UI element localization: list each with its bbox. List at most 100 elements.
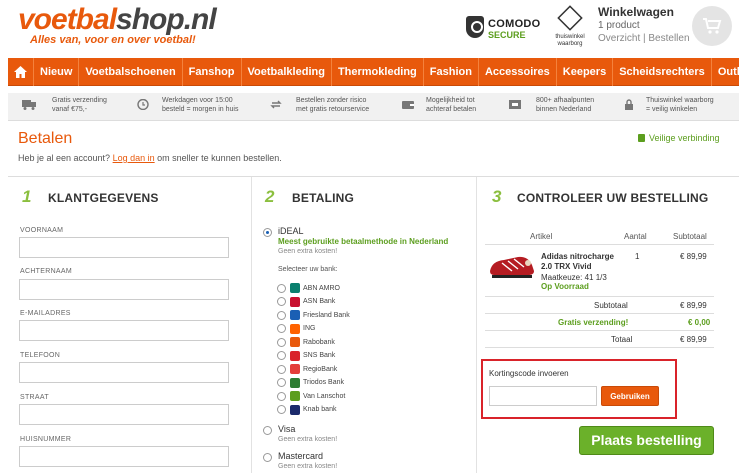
bank-option[interactable]: Friesland Bank <box>277 309 350 321</box>
bank-option[interactable]: ASN Bank <box>277 296 335 308</box>
thuiswinkel-badge: thuiswinkel waarborg <box>552 5 588 47</box>
divider <box>485 244 714 245</box>
bank-label: ASN Bank <box>303 298 336 305</box>
bank-label: Knab bank <box>303 406 337 413</box>
bank-label: Van Lanschot <box>303 392 346 400</box>
first-name-input[interactable] <box>19 237 229 258</box>
tagline: Alles van, voor en over voetbal! <box>30 34 196 46</box>
nav-item-voetbalschoenen[interactable]: Voetbalschoenen <box>79 58 183 86</box>
bank-option[interactable]: Rabobank <box>277 336 335 348</box>
cart-title[interactable]: Winkelwagen <box>598 5 674 19</box>
street-input[interactable] <box>19 404 229 425</box>
bank-option[interactable]: SNS Bank <box>277 350 335 362</box>
divider <box>485 330 714 331</box>
radio-bank[interactable] <box>277 310 286 320</box>
product-name[interactable]: Adidas nitrocharge 2.0 TRX Vivid <box>541 252 625 272</box>
step-number: 2 <box>265 187 275 206</box>
mastercard-no-cost: Geen extra kosten! <box>278 463 338 470</box>
nav-item-fashion[interactable]: Fashion <box>424 58 479 86</box>
last-name-input[interactable] <box>19 279 229 300</box>
step-title-order: CONTROLEER UW BESTELLING <box>517 191 709 205</box>
cart-count: 1 product <box>598 20 640 31</box>
product-size: Maatkeuze: 41 1/3 <box>541 273 607 282</box>
bank-option[interactable]: RegioBank <box>277 363 337 375</box>
bank-option[interactable]: ING <box>277 323 315 335</box>
nav-item-accessoires[interactable]: Accessoires <box>479 58 557 86</box>
bank-option[interactable]: Triodos Bank <box>277 377 344 389</box>
bank-label: RegioBank <box>303 365 338 373</box>
radio-bank[interactable] <box>277 351 286 360</box>
label-email: E-MAILADRES <box>20 310 71 317</box>
radio-bank[interactable] <box>277 283 286 293</box>
house-number-input[interactable] <box>19 446 229 467</box>
house-icon <box>557 5 583 31</box>
secure-connection-label: Veilige verbinding <box>649 133 720 143</box>
nav-item-fanshop[interactable]: Fanshop <box>183 58 242 86</box>
bank-logo-icon <box>290 323 300 334</box>
shopping-cart-icon[interactable] <box>692 6 732 46</box>
phone-input[interactable] <box>19 362 229 383</box>
nav-item-scheidsrechters[interactable]: Scheidsrechters <box>613 58 712 86</box>
radio-bank[interactable] <box>277 324 286 333</box>
bank-logo-icon <box>290 310 300 320</box>
label-straat: STRAAT <box>20 394 49 401</box>
email-input[interactable] <box>19 320 229 341</box>
secure-connection: Veilige verbinding <box>638 133 720 143</box>
divider <box>8 176 739 177</box>
nav-item-voetbalkleding[interactable]: Voetbalkleding <box>242 58 332 86</box>
radio-visa[interactable] <box>263 426 272 435</box>
payment-visa-label[interactable]: Visa <box>278 424 295 434</box>
payment-mastercard-label[interactable]: Mastercard <box>278 451 323 461</box>
radio-bank[interactable] <box>277 405 286 414</box>
label-achternaam: ACHTERNAAM <box>20 268 73 275</box>
product-price: € 89,99 <box>680 252 707 261</box>
nav-item-nieuw[interactable]: Nieuw <box>34 58 80 86</box>
radio-bank[interactable] <box>277 337 286 347</box>
product-image[interactable] <box>488 251 536 281</box>
bank-logo-icon <box>290 350 300 361</box>
step-number: 1 <box>22 187 32 206</box>
secure-label: SECURE <box>488 30 526 40</box>
comodo-secure-badge: COMODO SECURE <box>466 14 542 46</box>
nav-item-outlet[interactable]: Outlet <box>712 58 745 86</box>
usp-delivery-line1: Werkdagen voor 15:00 <box>162 97 233 104</box>
radio-bank[interactable] <box>277 297 286 306</box>
usp-afterpay-line1: Mogelijkheid tot <box>426 97 475 104</box>
account-text-2: om sneller te kunnen bestellen. <box>157 153 282 163</box>
bank-logo-icon <box>290 296 300 307</box>
usp-afterpay-line2: achteraf betalen <box>426 106 477 113</box>
radio-ideal[interactable] <box>263 228 272 237</box>
place-order-button[interactable]: Plaats bestelling <box>579 426 714 455</box>
bank-option[interactable]: Van Lanschot <box>277 390 345 402</box>
nav-home[interactable] <box>8 58 34 86</box>
usp-shipping: Gratis verzending vanaf €75,- <box>52 96 107 114</box>
thuiswinkel-label: thuiswinkel waarborg <box>555 34 585 47</box>
coupon-label: Kortingscode invoeren <box>489 369 569 378</box>
site-logo[interactable]: voetbalshop.nl <box>18 4 217 36</box>
step-number: 3 <box>492 187 502 206</box>
radio-bank[interactable] <box>277 378 286 387</box>
ideal-popular-note: Meest gebruikte betaalmethode in Nederla… <box>278 237 449 246</box>
bank-label: Triodos Bank <box>303 379 344 386</box>
product-qty: 1 <box>635 252 640 261</box>
bank-option[interactable]: Knab bank <box>277 404 336 416</box>
payment-ideal-label[interactable]: iDEAL <box>278 226 304 236</box>
bank-logo-icon <box>290 283 300 293</box>
usp-afterpay: Mogelijkheid tot achteraf betalen <box>426 96 476 114</box>
bank-option[interactable]: ABN AMRO <box>277 282 340 294</box>
nav-item-thermokleding[interactable]: Thermokleding <box>332 58 424 86</box>
cart-links[interactable]: Overzicht | Bestellen <box>598 33 690 44</box>
col-header-qty: Aantal <box>624 232 647 241</box>
step-title-payment: BETALING <box>292 191 355 205</box>
coupon-input[interactable] <box>489 386 597 406</box>
ideal-no-cost: Geen extra kosten! <box>278 248 338 255</box>
login-link[interactable]: Log dan in <box>113 153 155 163</box>
usp-returns-line2: met gratis retourservice <box>296 106 370 113</box>
radio-bank[interactable] <box>277 391 286 401</box>
usp-delivery-line2: besteld = morgen in huis <box>162 106 239 113</box>
radio-mastercard[interactable] <box>263 453 272 462</box>
apply-coupon-button[interactable]: Gebruiken <box>601 386 659 406</box>
radio-bank[interactable] <box>277 364 286 374</box>
nav-item-keepers[interactable]: Keepers <box>557 58 614 86</box>
divider <box>485 313 714 314</box>
